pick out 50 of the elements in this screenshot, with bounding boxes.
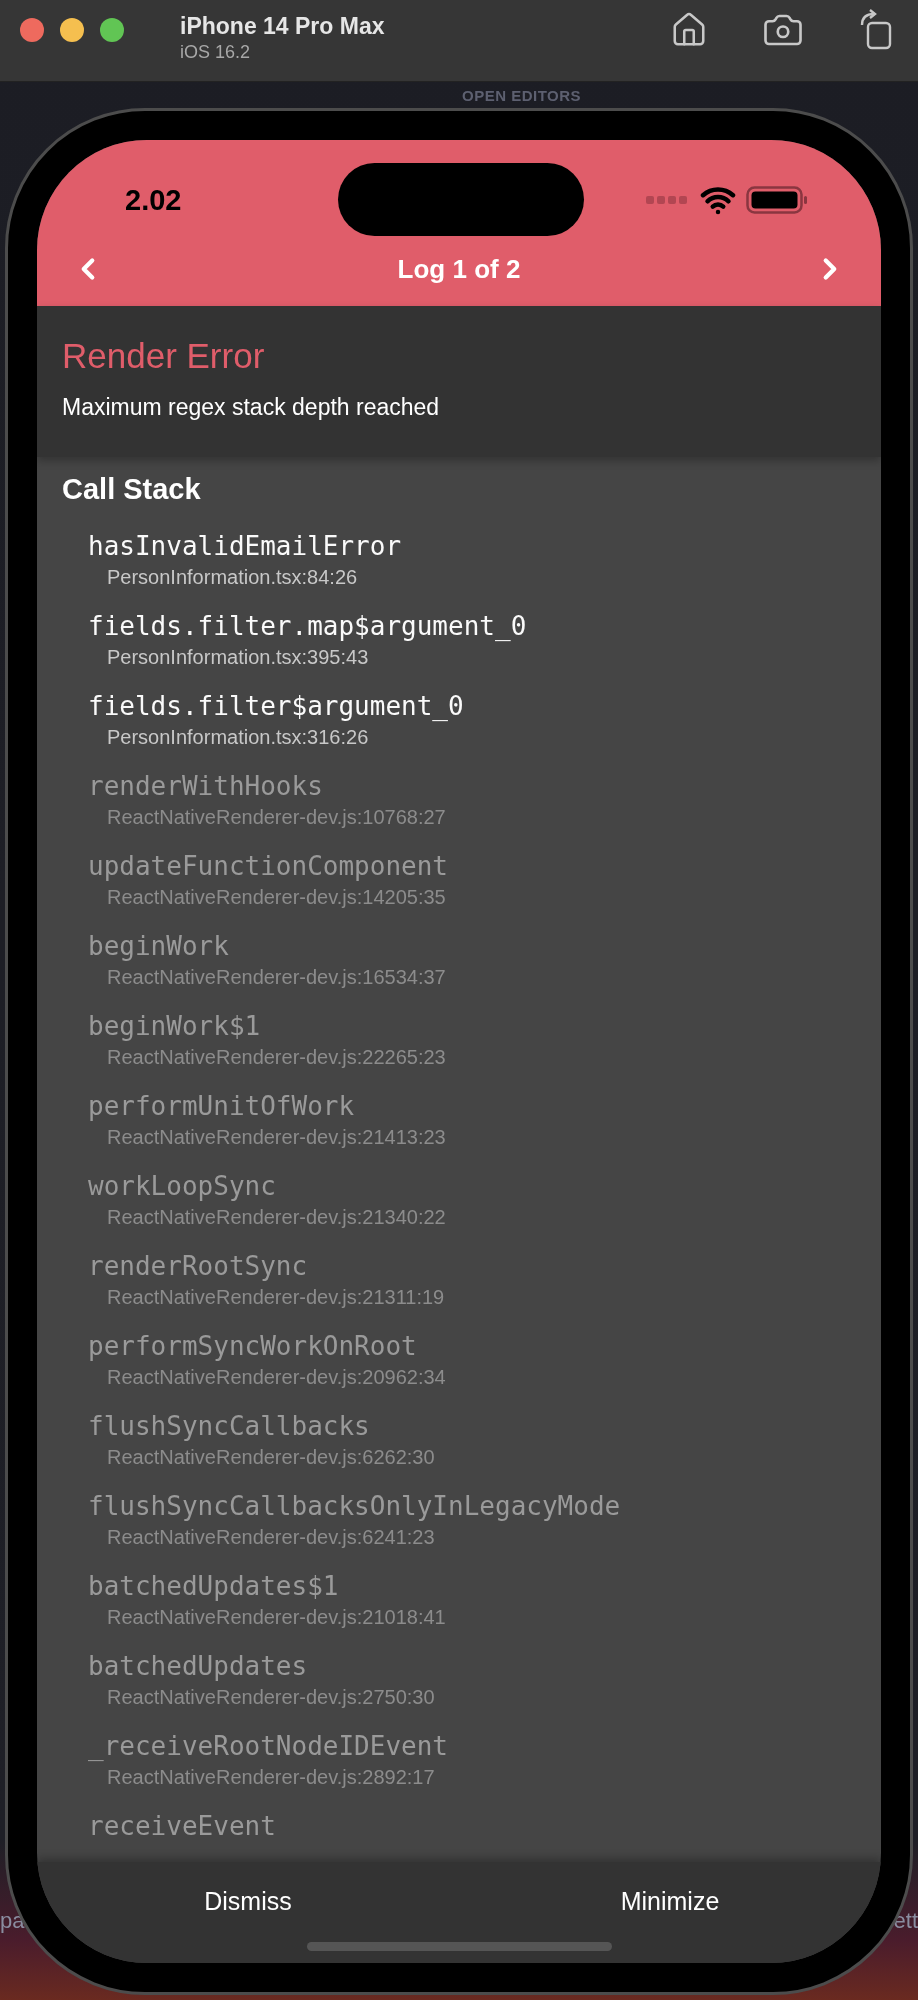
os-version: iOS 16.2	[180, 41, 252, 63]
source-location: ReactNativeRenderer-dev.js:21018:41	[106, 1605, 447, 1630]
source-location: ReactNativeRenderer-dev.js:6262:30	[106, 1445, 436, 1470]
source-location: ReactNativeRenderer-dev.js:14205:35	[106, 885, 447, 910]
source-location: ReactNativeRenderer-dev.js:6241:23	[106, 1525, 436, 1550]
function-name[interactable]: flushSyncCallbacksOnlyInLegacyMode	[88, 1488, 856, 1524]
source-location: PersonInformation.tsx:84:26	[106, 565, 359, 590]
battery-icon	[746, 186, 808, 214]
source-location: ReactNativeRenderer-dev.js:10768:27	[106, 805, 447, 830]
rotate-icon[interactable]	[858, 8, 894, 51]
function-name[interactable]: performUnitOfWork	[88, 1088, 856, 1124]
close-window-button[interactable]	[20, 17, 44, 42]
source-location: ReactNativeRenderer-dev.js:2892:17	[106, 1765, 436, 1790]
function-name[interactable]: beginWork$1	[88, 1008, 856, 1044]
function-name[interactable]: receiveEvent	[88, 1808, 856, 1844]
device-name: iPhone 14 Pro Max	[180, 12, 386, 40]
function-name[interactable]: fields.filter.map$argument_0	[88, 608, 856, 644]
log-counter: Log 1 of 2	[397, 253, 521, 285]
call-stack-title: Call Stack	[62, 473, 202, 506]
footer-button[interactable]: Dismiss	[37, 1862, 459, 1963]
source-location: ReactNativeRenderer-dev.js:2750:30	[106, 1685, 436, 1710]
zoom-window-button[interactable]	[100, 17, 124, 42]
function-name[interactable]: batchedUpdates$1	[88, 1568, 856, 1604]
function-name[interactable]: performSyncWorkOnRoot	[88, 1328, 856, 1364]
source-location: ReactNativeRenderer-dev.js:20962:34	[106, 1365, 447, 1390]
error-title: Render Error	[62, 336, 266, 376]
function-name[interactable]: batchedUpdates	[88, 1648, 856, 1684]
function-name[interactable]: beginWork	[88, 928, 856, 964]
home-icon[interactable]	[670, 10, 708, 49]
source-location: ReactNativeRenderer-dev.js:16534:37	[106, 965, 447, 990]
function-name[interactable]: renderRootSync	[88, 1248, 856, 1284]
source-location: ReactNativeRenderer-dev.js:21413:23	[106, 1125, 447, 1150]
function-name[interactable]: flushSyncCallbacks	[88, 1408, 856, 1444]
source-location: ReactNativeRenderer-dev.js:22265:23	[106, 1045, 447, 1070]
error-message: Maximum regex stack depth reached	[62, 394, 441, 421]
function-name[interactable]: fields.filter$argument_0	[88, 688, 856, 724]
status-time: 2.02	[125, 183, 183, 217]
function-name[interactable]: updateFunctionComponent	[88, 848, 856, 884]
source-location: ReactNativeRenderer-dev.js:21311:19	[106, 1285, 446, 1310]
function-name[interactable]: _receiveRootNodeIDEvent	[88, 1728, 856, 1764]
function-name[interactable]: workLoopSync	[88, 1168, 856, 1204]
minimize-window-button[interactable]	[60, 17, 84, 42]
source-location: PersonInformation.tsx:395:43	[106, 645, 370, 670]
footer-button[interactable]: Minimize	[459, 1862, 881, 1963]
panel-title: OPEN EDITORS	[462, 86, 582, 104]
function-name[interactable]: hasInvalidEmailError	[88, 528, 856, 564]
source-location: ReactNativeRenderer-dev.js:21340:22	[106, 1205, 447, 1230]
signal-icon	[646, 195, 690, 205]
function-name[interactable]: renderWithHooks	[88, 768, 856, 804]
source-location: PersonInformation.tsx:316:26	[106, 725, 370, 750]
